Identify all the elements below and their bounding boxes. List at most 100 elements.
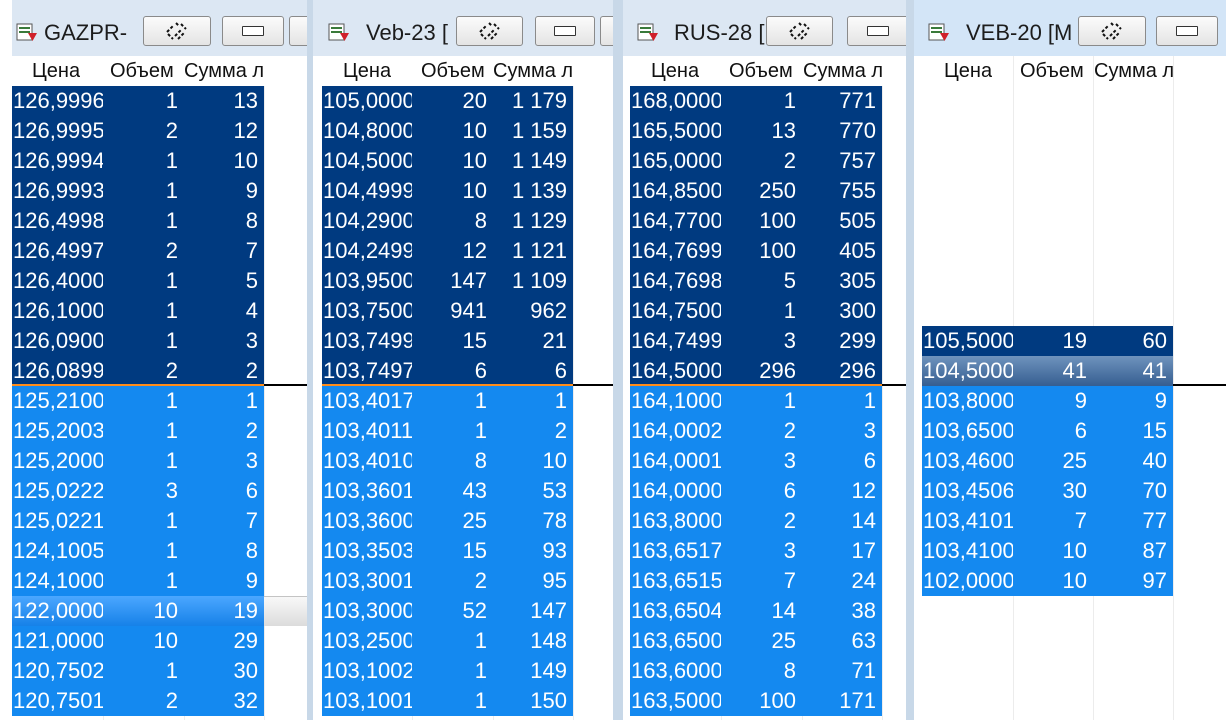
volume-cell: 15 <box>412 326 493 356</box>
price-cell: 164,7698 <box>630 266 721 296</box>
price-cell: 163,8000 <box>630 506 721 536</box>
column-separator <box>573 86 574 720</box>
volume-cell: 1 <box>721 86 802 116</box>
sum-cell: 1 159 <box>493 116 573 146</box>
column-header-price[interactable]: Цена <box>651 56 699 86</box>
price-cell: 125,2100 <box>12 386 103 416</box>
volume-cell: 9 <box>1013 386 1093 416</box>
volume-cell: 14 <box>721 596 802 626</box>
broken-link-icon <box>478 22 500 40</box>
price-cell: 103,1002 <box>322 656 412 686</box>
volume-cell: 8 <box>412 206 493 236</box>
price-cell: 103,4010 <box>322 446 412 476</box>
volume-cell: 52 <box>412 596 493 626</box>
minimize-button[interactable] <box>222 16 284 46</box>
volume-cell: 25 <box>412 506 493 536</box>
column-separator <box>882 86 883 720</box>
price-cell: 104,2499 <box>322 236 412 266</box>
price-cell: 164,7500 <box>630 296 721 326</box>
spread-divider <box>264 384 307 386</box>
column-header: Цена Объем Сумма л <box>914 56 1226 86</box>
link-toggle-button[interactable] <box>766 16 833 46</box>
price-cell: 164,0000 <box>630 476 721 506</box>
volume-cell: 1 <box>103 86 184 116</box>
volume-cell: 8 <box>412 446 493 476</box>
price-cell: 104,5000 <box>322 146 412 176</box>
sum-cell: 97 <box>1093 566 1173 596</box>
price-cell: 163,6517 <box>630 536 721 566</box>
orderbook-panel-gazpr[interactable]: GAZPR- Цена Объем Сумма л 126,9996 1 13 12… <box>12 0 307 720</box>
price-cell: 163,6000 <box>630 656 721 686</box>
column-header-sum[interactable]: Сумма л <box>803 56 885 86</box>
column-header-volume[interactable]: Объем <box>729 56 793 86</box>
spread-divider <box>1173 384 1226 386</box>
column-header-price[interactable]: Цена <box>944 56 992 86</box>
minimize-button[interactable] <box>535 16 595 46</box>
column-header-price[interactable]: Цена <box>32 56 80 86</box>
volume-cell: 30 <box>1013 476 1093 506</box>
minimize-button[interactable] <box>1156 16 1218 46</box>
volume-cell: 6 <box>721 476 802 506</box>
volume-cell: 1 <box>412 686 493 716</box>
volume-cell: 6 <box>1013 416 1093 446</box>
volume-cell: 8 <box>721 656 802 686</box>
sum-cell: 95 <box>493 566 573 596</box>
link-toggle-button[interactable] <box>456 16 523 46</box>
sum-cell: 3 <box>802 416 882 446</box>
price-cell: 104,2900 <box>322 206 412 236</box>
column-separator <box>1173 56 1174 720</box>
column-header-volume[interactable]: Объем <box>1020 56 1084 86</box>
maximize-button[interactable] <box>289 16 307 46</box>
price-cell: 103,1001 <box>322 686 412 716</box>
link-toggle-button[interactable] <box>143 16 211 46</box>
volume-cell: 1 <box>103 566 184 596</box>
column-header-sum[interactable]: Сумма л <box>184 56 278 86</box>
price-cell: 104,5000 <box>922 356 1013 386</box>
price-cell: 103,7499 <box>322 326 412 356</box>
orderbook-panel-veb-20[interactable]: VEB-20 [M Цена Объем Сумма л 105,5000 19 6… <box>914 0 1226 720</box>
price-cell: 164,8500 <box>630 176 721 206</box>
sum-cell: 1 179 <box>493 86 573 116</box>
spread-divider <box>573 384 613 386</box>
sum-cell: 770 <box>802 116 882 146</box>
sum-cell: 148 <box>493 626 573 656</box>
price-cell: 163,5000 <box>630 686 721 716</box>
sum-cell: 30 <box>184 656 264 686</box>
price-cell: 103,3600 <box>322 506 412 536</box>
price-cell: 164,0001 <box>630 446 721 476</box>
sum-cell: 505 <box>802 206 882 236</box>
price-cell: 120,7502 <box>12 656 103 686</box>
price-cell: 103,3503 <box>322 536 412 566</box>
volume-cell: 3 <box>721 326 802 356</box>
price-cell: 103,8000 <box>922 386 1013 416</box>
sum-cell: 19 <box>184 596 264 626</box>
column-header-sum[interactable]: Сумма л <box>1094 56 1176 86</box>
sum-cell: 13 <box>184 86 264 116</box>
price-cell: 164,7699 <box>630 236 721 266</box>
column-header-volume[interactable]: Объем <box>110 56 174 86</box>
minimize-icon <box>554 26 576 36</box>
maximize-button[interactable] <box>600 16 613 46</box>
orderbook-panel-veb-23[interactable]: Veb-23 [ Цена Объем Сумма л 105,0000 20 1 … <box>313 0 613 720</box>
sum-cell: 9 <box>184 566 264 596</box>
sum-cell: 70 <box>1093 476 1173 506</box>
minimize-button[interactable] <box>847 16 906 46</box>
sum-cell: 5 <box>184 266 264 296</box>
column-header-price[interactable]: Цена <box>343 56 391 86</box>
sum-cell: 29 <box>184 626 264 656</box>
sum-cell: 9 <box>1093 386 1173 416</box>
volume-cell: 3 <box>721 536 802 566</box>
sum-cell: 7 <box>184 236 264 266</box>
volume-cell: 3 <box>103 476 184 506</box>
volume-cell: 10 <box>412 176 493 206</box>
price-cell: 126,9994 <box>12 146 103 176</box>
column-header-sum[interactable]: Сумма л <box>493 56 585 86</box>
price-cell: 125,0221 <box>12 506 103 536</box>
volume-cell: 41 <box>1013 356 1093 386</box>
column-header-volume[interactable]: Объем <box>421 56 485 86</box>
volume-cell: 100 <box>721 686 802 716</box>
sum-cell: 1 <box>184 386 264 416</box>
orderbook-panel-rus-28[interactable]: RUS-28 [ Цена Объем Сумма л 168,0000 1 771… <box>623 0 906 720</box>
sum-cell: 63 <box>802 626 882 656</box>
link-toggle-button[interactable] <box>1078 16 1146 46</box>
